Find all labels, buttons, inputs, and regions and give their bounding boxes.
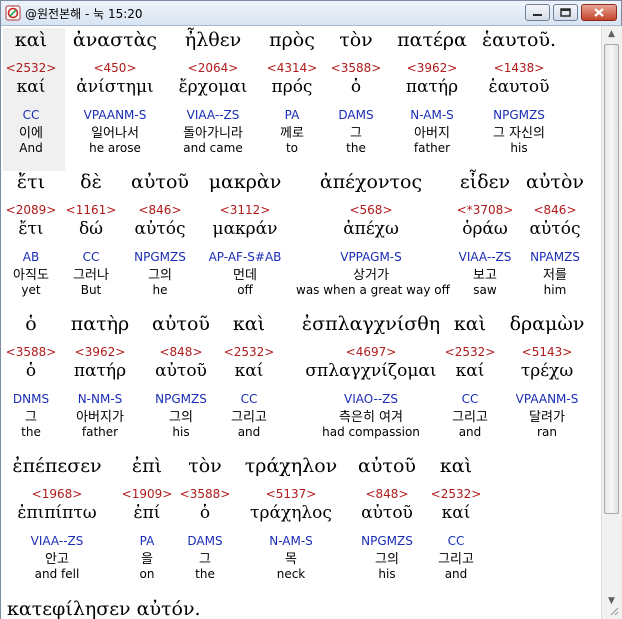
minimize-icon [533, 14, 542, 16]
english-gloss: him [543, 283, 567, 297]
strong-number: <5143> [521, 345, 573, 359]
korean-gloss: 저를 [543, 268, 567, 283]
interlinear-word[interactable]: δραμὼν <5143> τρέχω VPAANM-S 달려가 ran [472, 313, 601, 439]
verse-panel[interactable]: καὶ <2532> καί CC 이에 And ἀναστὰς <450> ἀνίστημι V… [1, 26, 601, 619]
interlinear-word[interactable]: καὶ <2532> καί CC 그리고 and [381, 455, 531, 581]
korean-gloss: 그 자신의 [493, 126, 545, 141]
minimize-button[interactable] [525, 4, 550, 21]
close-button[interactable] [581, 4, 617, 21]
lemma: ἑαυτοῦ [488, 77, 550, 97]
english-gloss: ran [537, 425, 557, 439]
maximize-button[interactable] [553, 4, 578, 21]
scrollbar-thumb[interactable] [604, 44, 619, 514]
window-title: @원전본해 - 눅 15:20 [25, 7, 143, 21]
english-gloss: and [444, 567, 468, 581]
korean-gloss: 달려가 [529, 410, 565, 425]
greek-word: ἑαυτοῦ. [481, 29, 557, 51]
parsing-code: NPAMZS [530, 250, 580, 264]
parsing-code: NPGMZS [493, 108, 545, 122]
scroll-up-arrow-icon[interactable]: ▲ [604, 27, 619, 42]
korean-gloss: 그리고 [438, 552, 474, 567]
interlinear-word[interactable]: αὐτὸν <846> αὐτός NPAMZS 저를 him [480, 171, 601, 297]
lemma: καί [441, 503, 471, 523]
greek-word: καὶ [439, 455, 473, 477]
partial-next-line: κατεφίλησεν αὐτόν. [7, 598, 201, 619]
greek-word: δραμὼν [509, 313, 585, 335]
greek-word: αὐτὸν [526, 171, 584, 193]
maximize-icon [560, 8, 571, 17]
interlinear-word[interactable]: ἑαυτοῦ. <1438> ἑαυτοῦ NPGMZS 그 자신의 his [444, 29, 594, 155]
parsing-code: VPAANM-S [515, 392, 579, 406]
close-icon [594, 8, 604, 17]
app-window: @원전본해 - 눅 15:20 καὶ <2532> καί CC 이에 And ἀναστ… [0, 0, 622, 619]
lemma: τρέχω [520, 361, 574, 381]
title-bar[interactable]: @원전본해 - 눅 15:20 [1, 1, 621, 26]
strong-number: <846> [533, 203, 577, 217]
vertical-scrollbar[interactable]: ▲ ▼ [601, 26, 622, 619]
app-icon [5, 5, 21, 21]
strong-number: <1438> [493, 61, 545, 75]
parsing-code: CC [447, 534, 465, 548]
english-gloss: his [510, 141, 528, 155]
lemma: αὐτός [529, 219, 581, 239]
strong-number: <2532> [430, 487, 482, 501]
resize-grip-icon[interactable] [607, 604, 619, 616]
